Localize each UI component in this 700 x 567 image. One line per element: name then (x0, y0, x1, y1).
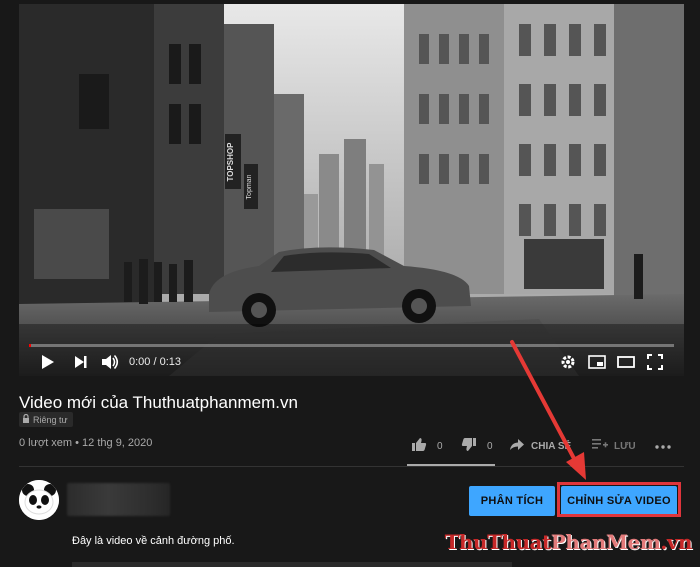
watermark-part3: .vn (660, 530, 692, 554)
annotation-arrow (510, 340, 586, 480)
watermark: ThuThuatPhanMem.vn (444, 530, 693, 554)
watermark-part2: PhanMem (550, 530, 661, 554)
watermark-part1: ThuThuat (444, 530, 552, 554)
